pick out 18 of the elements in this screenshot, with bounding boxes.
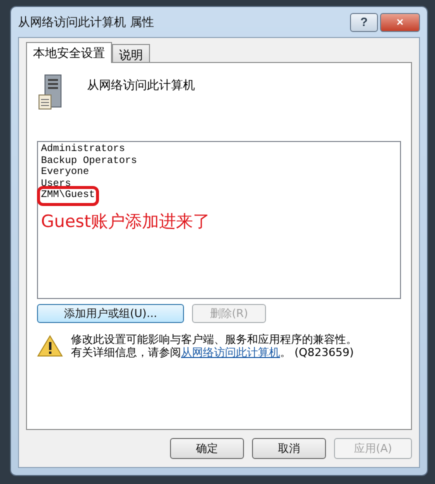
tab[interactable]: 说明 [112, 44, 150, 62]
member-item[interactable]: Users [41, 178, 72, 190]
dialog-button[interactable]: 确定 [170, 438, 244, 459]
policy-name: 从网络访问此计算机 [87, 77, 195, 94]
action-button[interactable]: 添加用户或组(U)... [37, 304, 184, 323]
help-button[interactable]: ? [350, 12, 378, 32]
annotation-text: Guest账户添加进来了 [41, 212, 211, 232]
member-item[interactable]: Everyone [41, 167, 90, 178]
tab[interactable]: 本地安全设置 [26, 42, 112, 63]
warning-icon [37, 334, 63, 358]
member-item[interactable]: Administrators [41, 144, 126, 156]
window-title: 从网络访问此计算机 属性 [18, 14, 154, 30]
info-text: 有关详细信息，请参阅 [71, 346, 181, 359]
kb-reference: 。 (Q823659) [280, 346, 354, 359]
warning-text: 修改此设置可能影响与客户端、服务和应用程序的兼容性。 [71, 333, 357, 346]
member-item[interactable]: Backup Operators [41, 156, 138, 167]
policy-link[interactable]: 从网络访问此计算机 [181, 346, 280, 359]
dialog-button[interactable]: 取消 [252, 438, 326, 459]
